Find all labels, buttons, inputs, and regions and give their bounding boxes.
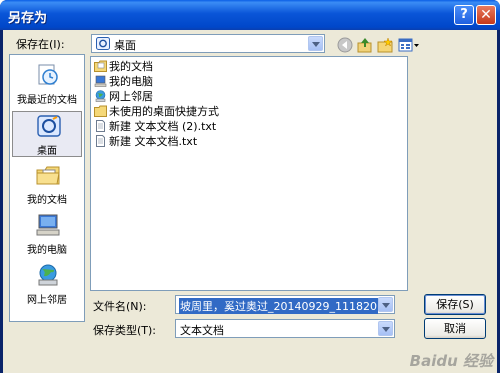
text-file-icon [96, 135, 105, 147]
places-item-label: 网上邻居 [27, 295, 67, 306]
desktop-icon [96, 37, 110, 50]
close-button[interactable]: ✕ [476, 5, 496, 25]
cancel-button[interactable]: 取消 [424, 318, 486, 339]
places-item-label: 我最近的文档 [17, 95, 77, 106]
filetype-dropdown[interactable]: 文本文档 [175, 319, 395, 338]
filetype-label: 保存类型(T): [93, 324, 157, 337]
recent-docs-icon [38, 64, 58, 85]
file-name: 网上邻居 [109, 90, 153, 103]
file-item[interactable]: 新建 文本文档 (2).txt [94, 120, 216, 134]
dialog-title: 另存为 [8, 11, 48, 26]
file-name: 我的文档 [109, 60, 153, 73]
file-name: 新建 文本文档 (2).txt [109, 120, 217, 133]
desktop-icon [37, 115, 61, 137]
places-item-recent[interactable]: 我最近的文档 [12, 61, 82, 107]
places-item-mydocs[interactable]: 我的文档 [12, 161, 82, 207]
my-docs-icon [94, 60, 107, 72]
file-name: 我的电脑 [109, 75, 153, 88]
file-name: 新建 文本文档.txt [109, 135, 198, 148]
my-computer-icon [36, 214, 60, 236]
places-bar: 我最近的文档 桌面 我的文档 我的电脑 网上邻居 [9, 54, 85, 322]
my-docs-icon [36, 166, 60, 185]
file-item[interactable]: 未使用的桌面快捷方式 [94, 105, 219, 119]
file-item[interactable]: 我的文档 [94, 60, 153, 74]
new-folder-icon[interactable] [376, 37, 394, 55]
save-button[interactable]: 保存(S) [424, 294, 486, 315]
places-item-label: 我的电脑 [27, 245, 67, 256]
places-item-mycomputer[interactable]: 我的电脑 [12, 211, 82, 257]
filename-input[interactable]: 坡周里，奚过奥过_20140929_111820 [175, 295, 395, 314]
file-item[interactable]: 我的电脑 [94, 75, 153, 89]
places-item-label: 我的文档 [27, 195, 67, 206]
filename-value: 坡周里，奚过奥过_20140929_111820 [179, 298, 378, 314]
chevron-down-icon[interactable] [378, 321, 393, 336]
save-in-label: 保存在(I): [16, 38, 65, 51]
places-item-network[interactable]: 网上邻居 [12, 261, 82, 307]
save-in-dropdown[interactable]: 桌面 [91, 34, 325, 53]
file-list[interactable]: 我的文档 我的电脑 网上邻居 未使用的桌面快捷方式 新建 文本文档 (2).tx… [90, 56, 408, 291]
network-icon [38, 264, 58, 286]
filetype-value: 文本文档 [180, 324, 224, 337]
views-menu-icon[interactable] [398, 37, 420, 55]
file-item[interactable]: 新建 文本文档.txt [94, 135, 197, 149]
filename-label: 文件名(N): [93, 300, 147, 313]
help-button[interactable]: ? [454, 5, 474, 25]
title-bar[interactable]: 另存为 ? ✕ [0, 0, 500, 30]
text-file-icon [96, 120, 105, 132]
folder-icon [94, 105, 107, 117]
places-item-desktop[interactable]: 桌面 [12, 111, 82, 157]
up-folder-icon[interactable] [356, 37, 374, 55]
chevron-down-icon[interactable] [308, 36, 323, 51]
chevron-down-icon[interactable] [378, 297, 393, 312]
back-icon[interactable] [336, 37, 354, 55]
baidu-watermark: Baidu 经验 [409, 352, 493, 370]
file-item[interactable]: 网上邻居 [94, 90, 153, 104]
network-icon [95, 90, 106, 102]
dialog-body: 保存在(I): 桌面 我最近的文档 桌面 我的文档 我的电脑 网上邻居 我的文档… [3, 30, 497, 373]
save-as-dialog: 另存为 ? ✕ 保存在(I): 桌面 我最近的文档 桌面 我的文档 我的电脑 网… [0, 0, 500, 373]
places-item-label: 桌面 [37, 146, 57, 157]
my-computer-icon [94, 75, 107, 87]
save-in-value: 桌面 [114, 39, 136, 52]
file-name: 未使用的桌面快捷方式 [109, 105, 219, 118]
